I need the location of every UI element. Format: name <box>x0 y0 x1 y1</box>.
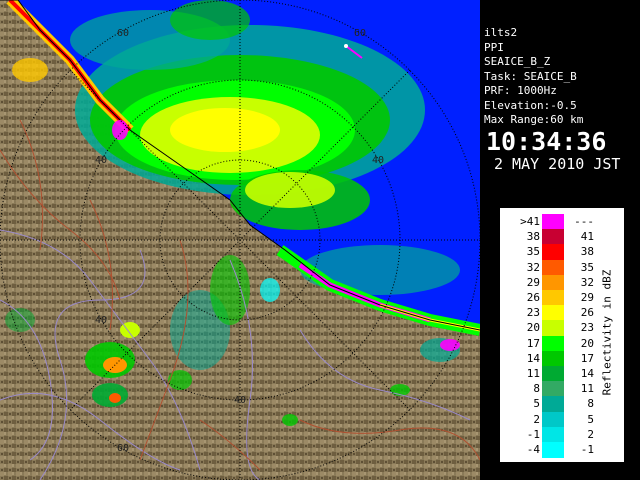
radar-info-panel: ilts2 PPI SEAICE_B_Z Task: SEAICE_B PRF:… <box>480 26 640 188</box>
legend-low-value: 14 <box>526 351 540 365</box>
ring-label: 40 <box>95 155 107 166</box>
ring-label: 60 <box>354 28 366 39</box>
ring-label: 40 <box>95 315 107 326</box>
legend-low-value: 2 <box>533 412 540 426</box>
legend-low-value: 35 <box>526 245 540 259</box>
scan-mode: PPI <box>484 40 504 54</box>
legend-color-swatch <box>542 396 564 413</box>
reflectivity-legend: >41 --- 38 41 35 38 32 35 29 32 26 29 23 26 20 23 17 20 14… <box>500 208 624 462</box>
radar-map: 60 60 40 40 40 40 60 <box>0 0 480 480</box>
legend-high-value: 17 <box>580 351 594 365</box>
ring-label: 60 <box>117 28 129 39</box>
legend-low-value: 11 <box>526 367 540 380</box>
legend-color-swatch <box>542 335 564 352</box>
legend-low-value: 17 <box>526 336 540 350</box>
ring-label: 60 <box>117 443 129 454</box>
legend-low-value: 20 <box>526 321 540 335</box>
legend-low-value: 8 <box>533 382 540 396</box>
legend-low-value: >41 <box>520 215 540 228</box>
legend-color-swatch <box>542 214 564 231</box>
legend-low-value: 23 <box>526 306 540 320</box>
legend-title: Reflectivity in dBZ <box>600 269 614 396</box>
ring-label: 40 <box>234 395 246 406</box>
legend-high-value: 23 <box>580 321 594 335</box>
legend-color-swatch <box>542 350 564 368</box>
legend-high-value: --- <box>574 215 594 228</box>
ring-label: 40 <box>372 155 384 166</box>
legend-high-value: 38 <box>580 245 594 259</box>
legend-high-value: 2 <box>587 427 594 441</box>
elevation-value: Elevation:-0.5 <box>484 98 577 112</box>
legend-high-value: 29 <box>580 291 594 304</box>
legend-color-swatch <box>542 411 564 428</box>
legend-low-value: 5 <box>533 397 540 411</box>
station-name: ilts2 <box>484 26 518 39</box>
legend-color-swatch <box>542 290 564 307</box>
legend-low-value: 32 <box>526 260 540 274</box>
legend-title-wrap: Reflectivity in dBZ <box>597 218 614 448</box>
legend-high-value: 20 <box>580 336 594 350</box>
product-name: SEAICE_B_Z <box>484 55 551 68</box>
scan-date: 2 MAY 2010 JST <box>494 154 621 173</box>
legend-high-value: 26 <box>580 306 594 320</box>
legend-color-swatch <box>542 426 564 444</box>
legend-high-value: -1 <box>580 443 594 456</box>
legend-color-swatch <box>542 259 564 276</box>
legend-color-swatch <box>542 442 564 459</box>
legend-low-value: -1 <box>526 427 540 441</box>
legend-high-value: 5 <box>587 412 594 426</box>
legend-color-swatch <box>542 381 564 398</box>
legend-high-value: 32 <box>580 275 594 289</box>
legend-low-value: 29 <box>526 275 540 289</box>
legend-high-value: 14 <box>580 367 594 380</box>
legend-color-swatch <box>542 366 564 383</box>
legend-color-swatch <box>542 274 564 292</box>
legend-high-value: 41 <box>580 230 594 244</box>
legend-high-value: 11 <box>580 382 594 396</box>
scan-time: 10:34:36 <box>486 126 607 156</box>
prf-value: PRF: 1000Hz <box>484 84 557 97</box>
max-range-value: Max Range:60 km <box>484 113 584 126</box>
radar-ppi-display: 60 60 40 40 40 40 60 <box>0 0 480 480</box>
legend-low-value: -4 <box>526 443 540 456</box>
task-name: Task: SEAICE_B <box>484 69 577 83</box>
legend-low-value: 26 <box>526 291 540 304</box>
legend-high-value: 35 <box>580 260 594 274</box>
legend-color-swatch <box>542 229 564 246</box>
legend-color-swatch <box>542 244 564 261</box>
legend-color-swatch <box>542 305 564 322</box>
legend-high-value: 8 <box>587 397 594 411</box>
legend-color-swatch <box>542 320 564 337</box>
legend-low-value: 38 <box>526 230 540 244</box>
